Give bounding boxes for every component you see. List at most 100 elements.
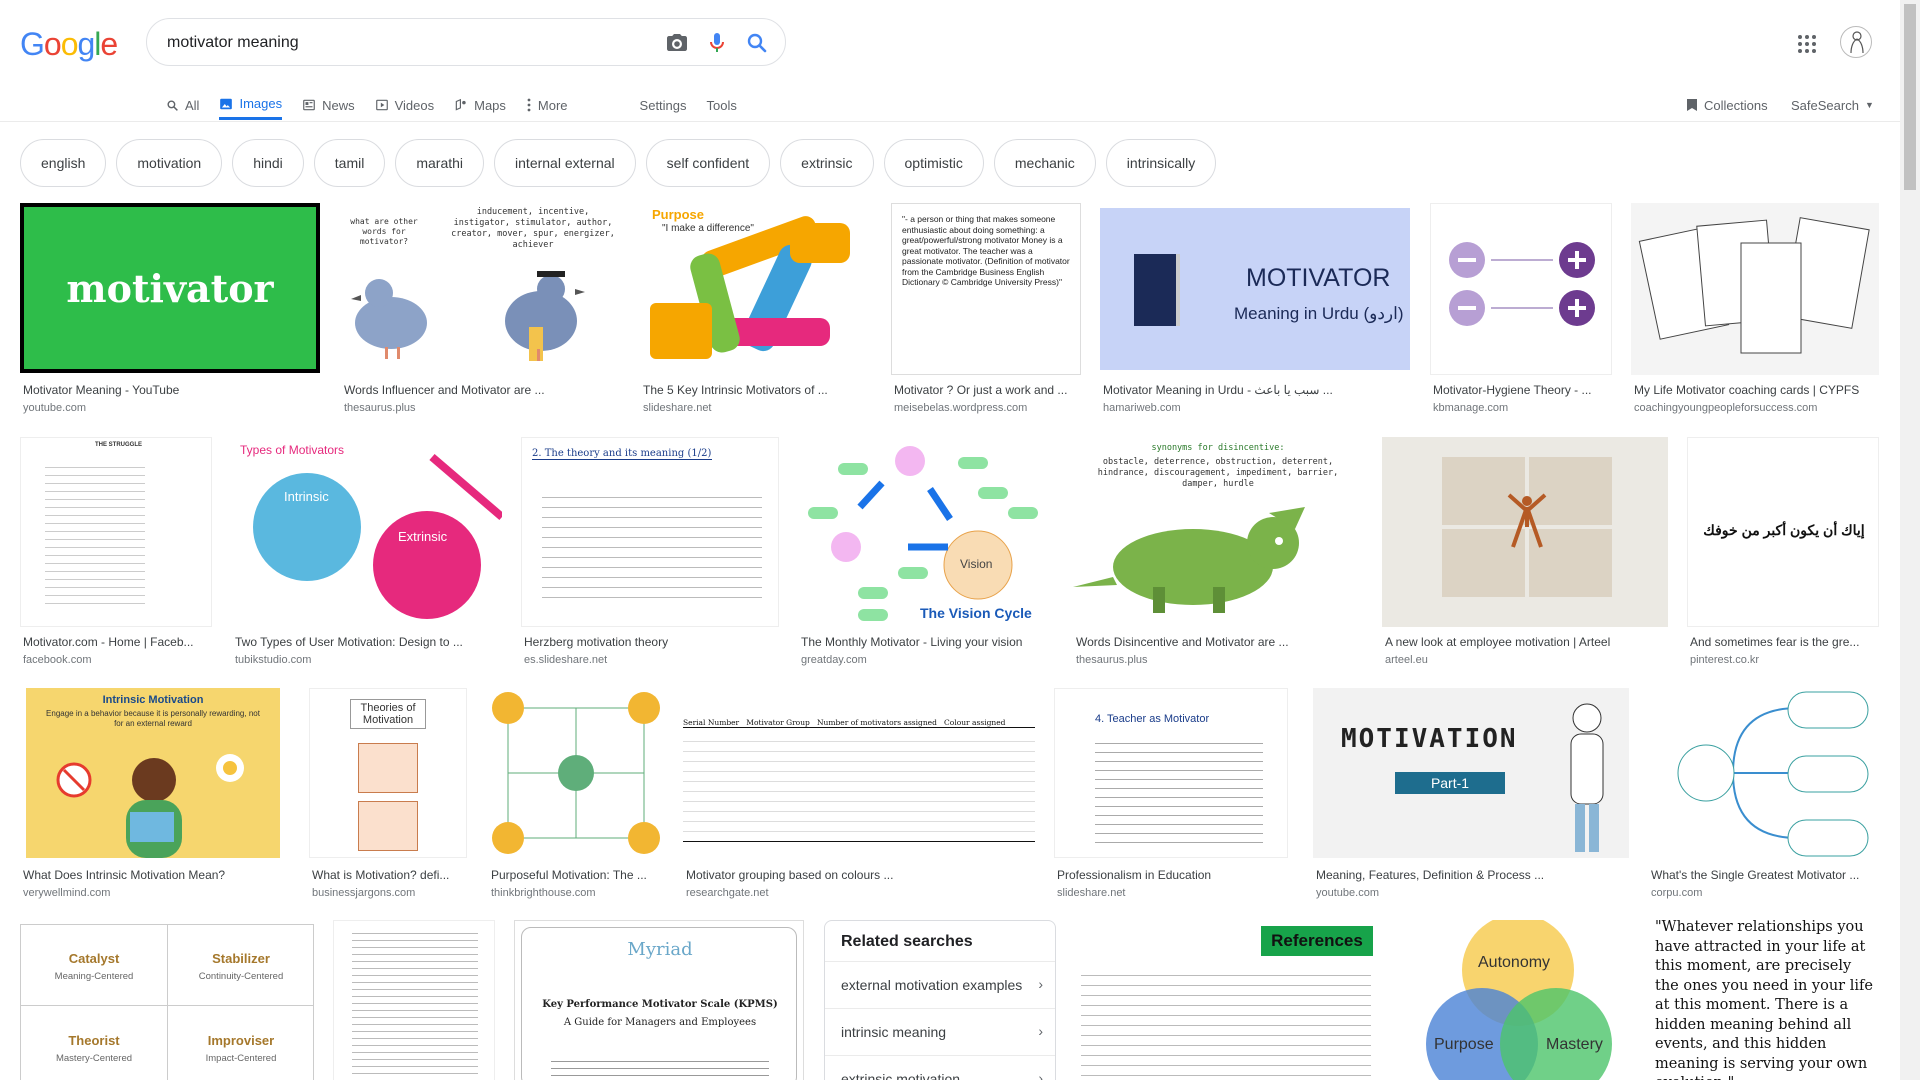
result-source[interactable]: hamariweb.com — [1103, 402, 1181, 414]
result-thumbnail[interactable] — [488, 688, 664, 858]
result-source[interactable]: meisebelas.wordpress.com — [894, 402, 1027, 414]
chip[interactable]: optimistic — [883, 139, 984, 187]
image-result[interactable]: Catalyst Meaning-Centered Stabilizer Con… — [20, 924, 314, 1080]
avatar[interactable] — [1840, 26, 1872, 58]
related-search-item[interactable]: extrinsic motivation › — [825, 1055, 1055, 1080]
settings-link[interactable]: Settings — [640, 90, 687, 120]
result-thumbnail[interactable]: MOTIVATOR Meaning in Urdu (اردو) — [1100, 208, 1410, 370]
result-source[interactable]: tubikstudio.com — [235, 654, 311, 666]
result-title[interactable]: What is Motivation? defi... — [312, 868, 466, 882]
chip[interactable]: motivation — [116, 139, 223, 187]
result-title[interactable]: Motivator Meaning in Urdu - سبب یا باعث … — [1103, 383, 1409, 397]
image-result[interactable]: Theories of Motivation What is Motivatio… — [309, 688, 467, 900]
search-icon[interactable] — [745, 31, 769, 55]
result-thumbnail[interactable]: Myriad Key Performance Motivator Scale (… — [514, 920, 804, 1080]
chip[interactable]: extrinsic — [780, 139, 874, 187]
result-thumbnail[interactable]: MOTIVATION Part-1 — [1313, 688, 1629, 858]
collections-link[interactable]: Collections — [1686, 90, 1768, 120]
result-title[interactable]: Two Types of User Motivation: Design to … — [235, 635, 501, 649]
chip[interactable]: internal external — [494, 139, 636, 187]
result-source[interactable]: researchgate.net — [686, 887, 769, 899]
result-title[interactable]: Professionalism in Education — [1057, 868, 1287, 882]
image-result[interactable]: "- a person or thing that makes someone … — [891, 203, 1081, 421]
result-title[interactable]: Meaning, Features, Definition & Process … — [1316, 868, 1628, 882]
result-source[interactable]: corpu.com — [1651, 887, 1702, 899]
result-source[interactable]: youtube.com — [23, 402, 86, 414]
apps-grid-icon[interactable] — [1797, 34, 1817, 54]
image-result[interactable]: Autonomy Purpose Mastery — [1396, 920, 1628, 1080]
image-result[interactable]: My Life Motivator coaching cards | CYPFS… — [1631, 203, 1879, 421]
result-thumbnail[interactable]: Types of Motivators Intrinsic Extrinsic — [232, 437, 502, 627]
chip[interactable]: mechanic — [993, 139, 1096, 187]
image-result[interactable]: References — [1077, 920, 1377, 1080]
image-result[interactable]: Intrinsic Motivation Engage in a behavio… — [20, 688, 286, 900]
result-thumbnail[interactable] — [1382, 437, 1668, 627]
search-input[interactable] — [167, 31, 647, 55]
result-title[interactable]: Motivator.com - Home | Faceb... — [23, 635, 211, 649]
image-result[interactable]: 2. The theory and its meaning (1/2) Herz… — [521, 437, 779, 671]
result-title[interactable]: What's the Single Greatest Motivator ... — [1651, 868, 1878, 882]
safesearch-dropdown[interactable]: SafeSearch ▼ — [1791, 90, 1874, 120]
tab-images[interactable]: Images — [219, 90, 283, 120]
result-thumbnail[interactable] — [1631, 203, 1879, 375]
image-result[interactable]: inducement, incentive, instigator, stimu… — [341, 203, 621, 421]
result-thumbnail[interactable]: 2. The theory and its meaning (1/2) — [521, 437, 779, 627]
tab-videos[interactable]: Videos — [375, 90, 434, 120]
scrollbar-thumb[interactable] — [1904, 4, 1916, 190]
image-result[interactable]: Motivator-Hygiene Theory - ... kbmanage.… — [1430, 203, 1612, 421]
result-title[interactable]: Motivator grouping based on colours ... — [686, 868, 1034, 882]
result-source[interactable]: thinkbrighthouse.com — [491, 887, 596, 899]
image-result[interactable]: "Whatever relationships you have attract… — [1647, 916, 1879, 1080]
result-source[interactable]: pinterest.co.kr — [1690, 654, 1759, 666]
tab-maps[interactable]: Maps — [454, 90, 506, 120]
result-source[interactable]: coachingyoungpeopleforsuccess.com — [1634, 402, 1817, 414]
result-source[interactable]: slideshare.net — [1057, 887, 1126, 899]
result-source[interactable]: kbmanage.com — [1433, 402, 1508, 414]
result-title[interactable]: Purposeful Motivation: The ... — [491, 868, 663, 882]
tools-link[interactable]: Tools — [707, 90, 737, 120]
google-logo[interactable]: Google — [20, 26, 118, 63]
result-title[interactable]: What Does Intrinsic Motivation Mean? — [23, 868, 285, 882]
result-title[interactable]: Herzberg motivation theory — [524, 635, 778, 649]
result-source[interactable]: greatday.com — [801, 654, 867, 666]
result-title[interactable]: Motivator ? Or just a work and ... — [894, 383, 1080, 397]
result-source[interactable]: slideshare.net — [643, 402, 712, 414]
result-title[interactable]: And sometimes fear is the gre... — [1690, 635, 1878, 649]
result-source[interactable]: arteel.eu — [1385, 654, 1428, 666]
image-result[interactable]: إياك أن يكون أكبر من خوفك And sometimes … — [1687, 437, 1879, 671]
tab-more[interactable]: More — [526, 90, 568, 120]
result-title[interactable]: The Monthly Motivator - Living your visi… — [801, 635, 1053, 649]
image-result[interactable]: Vision The Vision Cycle The Monthly Moti… — [798, 437, 1054, 671]
chip[interactable]: english — [20, 139, 107, 187]
result-title[interactable]: Motivator-Hygiene Theory - ... — [1433, 383, 1611, 397]
result-thumbnail[interactable] — [333, 920, 495, 1080]
result-title[interactable]: The 5 Key Intrinsic Motivators of ... — [643, 383, 869, 397]
image-result[interactable] — [333, 920, 495, 1080]
related-search-item[interactable]: intrinsic meaning › — [825, 1008, 1055, 1054]
result-thumbnail[interactable]: Theories of Motivation — [309, 688, 467, 858]
result-title[interactable]: Words Disincentive and Motivator are ... — [1076, 635, 1362, 649]
result-thumbnail[interactable]: Intrinsic Motivation Engage in a behavio… — [26, 688, 280, 858]
result-thumbnail[interactable]: Autonomy Purpose Mastery — [1396, 920, 1628, 1080]
result-source[interactable]: businessjargons.com — [312, 887, 415, 899]
result-thumbnail[interactable]: Purpose "I make a difference" — [640, 203, 870, 375]
result-source[interactable]: facebook.com — [23, 654, 91, 666]
image-result[interactable]: Myriad Key Performance Motivator Scale (… — [514, 920, 804, 1080]
chip[interactable]: marathi — [395, 139, 485, 187]
image-result[interactable]: A new look at employee motivation | Arte… — [1382, 437, 1668, 671]
result-title[interactable]: A new look at employee motivation | Arte… — [1385, 635, 1667, 649]
result-source[interactable]: es.slideshare.net — [524, 654, 607, 666]
image-result[interactable]: motivator Motivator Meaning - YouTube yo… — [20, 203, 320, 421]
page-scrollbar[interactable] — [1900, 0, 1920, 1080]
image-result[interactable]: Types of Motivators Intrinsic Extrinsic … — [232, 437, 502, 671]
result-title[interactable]: My Life Motivator coaching cards | CYPFS — [1634, 383, 1878, 397]
result-title[interactable]: Motivator Meaning - YouTube — [23, 383, 319, 397]
image-result[interactable]: Purposeful Motivation: The ... thinkbrig… — [488, 688, 664, 900]
result-source[interactable]: thesaurus.plus — [344, 402, 416, 414]
result-thumbnail[interactable]: "Whatever relationships you have attract… — [1647, 916, 1879, 1080]
image-result[interactable]: 4. Teacher as Motivator Professionalism … — [1054, 688, 1288, 900]
result-thumbnail[interactable] — [1430, 203, 1612, 375]
camera-icon[interactable] — [665, 31, 689, 55]
result-thumbnail[interactable]: Serial Number Motivator Group Number of … — [683, 688, 1035, 858]
tab-news[interactable]: News — [302, 90, 355, 120]
